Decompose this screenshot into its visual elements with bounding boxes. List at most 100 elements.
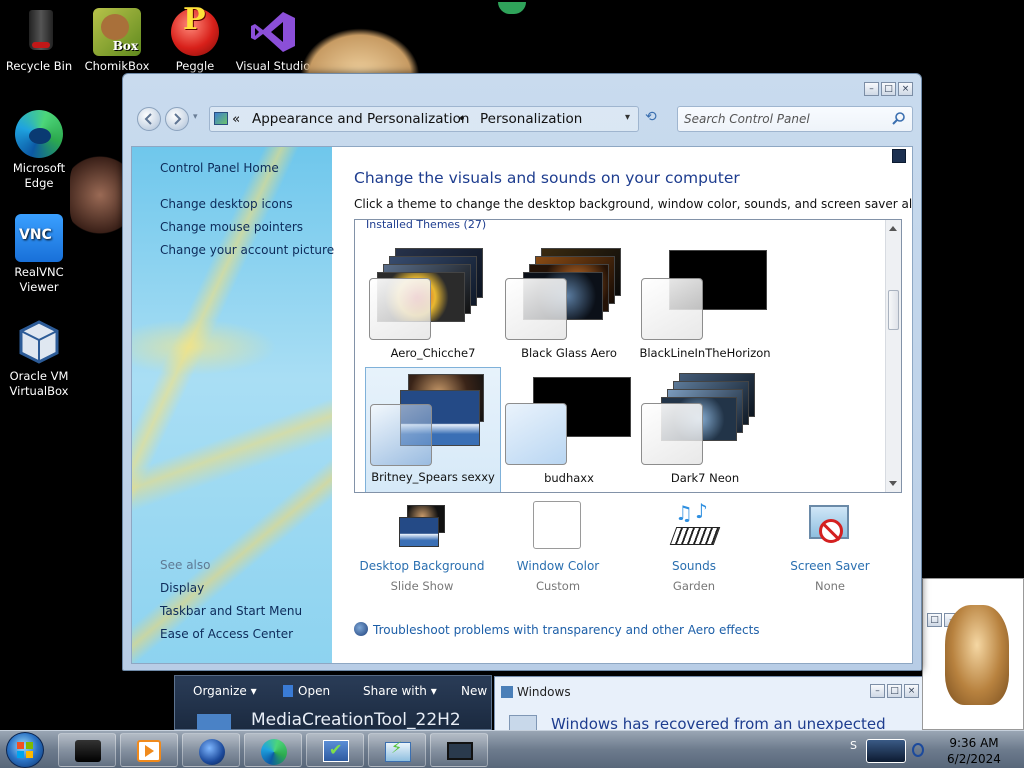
peggle-icon: P <box>171 5 219 56</box>
theme-blacklineinthehorizon[interactable]: BlackLineInTheHorizon <box>637 242 773 368</box>
maximize-icon[interactable]: □ <box>881 82 896 96</box>
themes-scrollbar[interactable] <box>885 220 901 492</box>
personalization-window[interactable]: – □ × ▾ « Appearance and Personalization… <box>122 73 922 671</box>
back-button[interactable] <box>137 107 161 131</box>
screen-saver-setting[interactable]: Screen Saver None <box>762 501 898 593</box>
troubleshoot-aero-link[interactable]: Troubleshoot problems with transparency … <box>354 622 760 637</box>
edge-icon <box>261 739 287 765</box>
window-color-setting[interactable]: Window Color Custom <box>490 501 626 593</box>
desktop-icon-realvnc[interactable]: VNC RealVNC Viewer <box>1 214 77 295</box>
taskbar-app-monitor[interactable] <box>58 733 116 767</box>
system-clock[interactable]: 9:36 AM 6/2/2024 <box>934 735 1014 767</box>
new-folder-button[interactable]: New <box>461 684 487 698</box>
desktop-icon-edge[interactable]: Microsoft Edge <box>1 110 77 191</box>
screen-saver-icon <box>803 501 857 551</box>
control-panel-home-link[interactable]: Control Panel Home <box>160 161 279 175</box>
search-icon <box>892 112 905 125</box>
breadcrumb-personalization[interactable]: Personalization <box>480 111 582 127</box>
close-icon[interactable]: × <box>898 82 913 96</box>
theme-black-glass-aero[interactable]: Black Glass Aero <box>501 242 637 368</box>
theme-label: Black Glass Aero <box>521 346 617 360</box>
window-color-icon <box>531 501 585 551</box>
desktop-background-setting[interactable]: Desktop Background Slide Show <box>354 501 490 593</box>
theme-britney-spears-sexxy[interactable]: Britney_Spears sexxy <box>365 367 501 492</box>
chomikbox-badge: Box <box>112 39 138 53</box>
visual-studio-icon <box>249 8 297 56</box>
theme-budhaxx[interactable]: budhaxx <box>501 367 637 492</box>
breadcrumb-separator: • <box>458 111 466 127</box>
search-control-panel-input[interactable]: Search Control Panel <box>677 106 913 132</box>
virtualbox-icon <box>15 318 63 366</box>
clock-date: 6/2/2024 <box>947 752 1001 766</box>
see-also-heading: See also <box>160 558 211 572</box>
minimize-icon[interactable]: – <box>864 82 879 96</box>
maximize-icon[interactable]: □ <box>887 684 902 698</box>
theme-dark7-neon[interactable]: Dark7 Neon <box>637 367 773 492</box>
forward-button[interactable] <box>165 107 189 131</box>
maximize-icon[interactable]: □ <box>927 613 942 627</box>
breadcrumb-chevron[interactable]: « <box>232 111 240 127</box>
ease-of-access-link[interactable]: Ease of Access Center <box>160 627 293 641</box>
theme-aero-chicche7[interactable]: Aero_Chicche7 <box>365 242 501 368</box>
desktop-background-icon <box>395 501 449 551</box>
close-icon[interactable]: × <box>904 684 919 698</box>
desktop-background-label: Desktop Background <box>359 559 485 573</box>
troubleshoot-icon <box>354 622 368 636</box>
change-desktop-icons-link[interactable]: Change desktop icons <box>160 197 293 211</box>
network-icon[interactable] <box>912 743 924 757</box>
desktop-icon-chomikbox[interactable]: Box ChomikBox <box>79 8 155 74</box>
system-tray: S <box>850 733 926 767</box>
minimize-icon[interactable]: – <box>870 684 885 698</box>
display-link[interactable]: Display <box>160 581 204 595</box>
tray-app-icon[interactable] <box>866 739 906 763</box>
desktop-icon-label: Oracle VM VirtualBox <box>9 369 69 398</box>
scroll-down-icon[interactable] <box>889 481 897 486</box>
taskbar: ✔ ⚡ S 9:36 AM 6/2/2024 <box>0 730 1024 768</box>
desktop-icon-virtualbox[interactable]: Oracle VM VirtualBox <box>1 318 77 399</box>
windows-recovery-dialog[interactable]: Windows – □ × Windows has recovered from… <box>494 676 926 733</box>
share-with-menu[interactable]: Share with ▾ <box>363 684 437 698</box>
chomikbox-icon: Box <box>93 8 141 56</box>
taskbar-app-edge[interactable] <box>244 733 302 767</box>
organize-menu[interactable]: Organize ▾ <box>193 684 257 698</box>
main-pane: Change the visuals and sounds on your co… <box>332 147 912 663</box>
desktop-icon-label: ChomikBox <box>84 59 150 73</box>
recent-pages-chevron-icon[interactable]: ▾ <box>193 112 198 122</box>
taskbar-app-window[interactable] <box>430 733 488 767</box>
themes-list[interactable]: Installed Themes (27) Aero_Chicche7 Blac… <box>354 219 902 493</box>
window-color-value: Custom <box>535 579 581 593</box>
start-button[interactable] <box>6 732 44 768</box>
desktop-icon-label: RealVNC Viewer <box>14 265 64 294</box>
taskbar-app-globe[interactable] <box>182 733 240 767</box>
taskbar-start-menu-link[interactable]: Taskbar and Start Menu <box>160 604 302 618</box>
theme-label: Britney_Spears sexxy <box>371 470 495 484</box>
address-bar[interactable]: « Appearance and Personalization • Perso… <box>209 106 639 132</box>
breadcrumb-appearance[interactable]: Appearance and Personalization <box>252 111 469 127</box>
side-window[interactable]: □ – × <box>922 578 1024 730</box>
refresh-icon[interactable]: ⟲ <box>645 109 657 125</box>
taskbar-app-installer[interactable]: ⚡ <box>368 733 426 767</box>
change-mouse-pointers-link[interactable]: Change mouse pointers <box>160 220 303 234</box>
screen-saver-label: Screen Saver <box>790 559 870 573</box>
windows-dialog-icon <box>501 686 513 698</box>
tray-show-hidden-icon[interactable]: S <box>850 739 857 752</box>
sounds-label: Sounds <box>671 559 717 573</box>
content-area: Control Panel Home Change desktop icons … <box>131 146 913 664</box>
sounds-value: Garden <box>672 579 716 593</box>
forward-arrow-icon <box>174 113 182 125</box>
open-button[interactable]: Open <box>283 684 330 698</box>
address-dropdown-icon[interactable]: ▾ <box>625 112 630 123</box>
taskbar-app-media-player[interactable] <box>120 733 178 767</box>
desktop-icon-recycle-bin[interactable]: Recycle Bin <box>1 8 77 74</box>
taskbar-app-checklist[interactable]: ✔ <box>306 733 364 767</box>
help-icon[interactable] <box>892 149 906 163</box>
explorer-window[interactable]: Organize ▾ Open Share with ▾ New MediaCr… <box>174 675 492 730</box>
window-app-icon <box>447 742 473 760</box>
back-arrow-icon <box>144 113 152 125</box>
sounds-setting[interactable]: ♫ ♪ Sounds Garden <box>626 499 762 593</box>
hamster-mascot-icon <box>945 605 1009 705</box>
scroll-up-icon[interactable] <box>889 226 897 231</box>
change-account-picture-link[interactable]: Change your account picture <box>160 243 334 257</box>
theme-label: Aero_Chicche7 <box>390 346 476 360</box>
scroll-thumb[interactable] <box>888 290 899 330</box>
